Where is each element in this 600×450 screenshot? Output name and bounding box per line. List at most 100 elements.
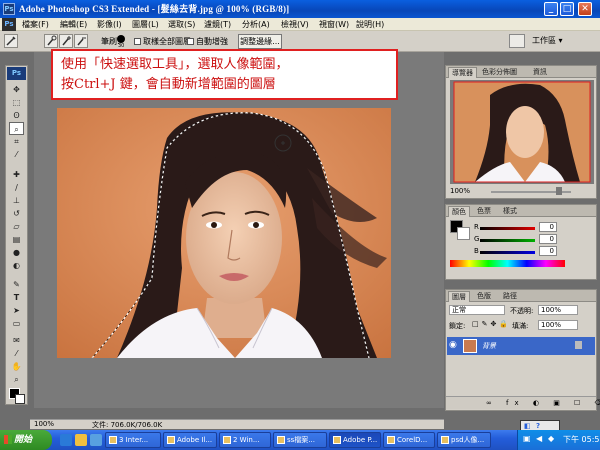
marquee-tool-icon[interactable]: ⬚ [9, 96, 24, 109]
task-windows[interactable]: 2 Win... [219, 432, 271, 448]
sample-all-layers-checkbox[interactable] [134, 38, 141, 45]
layer-row-background[interactable]: ◉ 背景 [447, 337, 595, 355]
lasso-tool-icon[interactable]: ʘ [9, 109, 24, 122]
visibility-eye-icon[interactable]: ◉ [449, 340, 457, 350]
task-illustrator[interactable]: Adobe Il... [163, 432, 217, 448]
brush-tool-icon[interactable]: ∕ [9, 181, 24, 194]
blue-slider[interactable] [480, 251, 535, 254]
new-selection-icon[interactable] [44, 34, 58, 48]
taskbar-clock[interactable]: 下午 05:52 [563, 434, 600, 445]
tab-color[interactable]: 顏色 [448, 206, 470, 217]
tab-paths[interactable]: 路徑 [500, 291, 520, 302]
tab-histogram[interactable]: 色彩分佈圖 [479, 67, 520, 78]
quicklaunch-folder-icon[interactable] [75, 434, 87, 446]
type-tool-icon[interactable]: T [9, 291, 24, 304]
workspace-menu[interactable]: 工作區 ▾ [532, 35, 563, 46]
tab-swatches[interactable]: 色票 [474, 206, 494, 217]
tab-channels[interactable]: 色版 [474, 291, 494, 302]
start-label: 開始 [14, 435, 33, 445]
add-to-selection-icon[interactable] [59, 34, 73, 48]
menu-view[interactable]: 檢視(V) [281, 19, 309, 30]
history-brush-tool-icon[interactable]: ↺ [9, 207, 24, 220]
subtract-from-selection-icon[interactable] [74, 34, 88, 48]
red-value-input[interactable]: 0 [539, 222, 557, 232]
menu-analysis[interactable]: 分析(A) [242, 19, 270, 30]
healing-brush-tool-icon[interactable]: ✚ [9, 168, 24, 181]
tray-volume-icon[interactable]: ◀ [536, 434, 542, 443]
tab-info[interactable]: 資訊 [530, 67, 550, 78]
blend-mode-select[interactable]: 正常 [449, 305, 505, 315]
menu-edit[interactable]: 編輯(E) [60, 19, 87, 30]
tab-styles[interactable]: 樣式 [500, 206, 520, 217]
eyedropper-3d-tool-icon[interactable]: ⁄ [9, 347, 24, 360]
menu-file[interactable]: 檔案(F) [22, 19, 49, 30]
layer-action-icons[interactable]: ∞ fx ◐ ▣ ☐ ⌫ [486, 399, 600, 407]
path-selection-tool-icon[interactable]: ➤ [9, 304, 24, 317]
notes-tool-icon[interactable]: ✉ [9, 334, 24, 347]
green-value-input[interactable]: 0 [539, 234, 557, 244]
dodge-tool-icon[interactable]: ◐ [9, 259, 24, 272]
quicklaunch-browser-icon[interactable] [60, 434, 72, 446]
zoom-tool-icon[interactable]: ⌕ [9, 373, 24, 386]
tab-layers[interactable]: 圖層 [448, 291, 470, 302]
menu-window[interactable]: 視窗(W) [319, 19, 349, 30]
color-background-swatch[interactable] [457, 227, 470, 240]
layer-lock-icon [575, 341, 582, 349]
background-color-swatch[interactable] [15, 394, 25, 404]
eyedropper-tool-icon[interactable]: ⁄ [9, 148, 24, 161]
gradient-tool-icon[interactable]: ▤ [9, 233, 24, 246]
hand-tool-icon[interactable]: ✋ [9, 360, 24, 373]
navigator-tabs: 導覽器 色彩分佈圖 資訊 [446, 66, 596, 78]
photoshop-app-icon[interactable]: Ps [3, 3, 15, 15]
document-size-info[interactable]: 文件: 706.0K/706.0K [92, 420, 162, 430]
navigator-slider-handle[interactable] [556, 187, 562, 195]
zoom-level[interactable]: 100% [34, 420, 54, 428]
brush-picker-icon[interactable] [117, 35, 125, 43]
task-files[interactable]: ss檔案... [273, 432, 327, 448]
refine-edge-button[interactable]: 調整邊緣... [238, 34, 282, 49]
crop-tool-icon[interactable]: ⌗ [9, 135, 24, 148]
start-button[interactable]: 開始 [0, 430, 52, 450]
tool-preset-picker[interactable] [4, 34, 18, 48]
menu-select[interactable]: 選取(S) [168, 19, 195, 30]
menu-layer[interactable]: 圖層(L) [132, 19, 159, 30]
menu-filter[interactable]: 濾鏡(T) [204, 19, 231, 30]
tray-network-icon[interactable]: ▣ [523, 434, 531, 443]
task-coreldraw[interactable]: CorelD... [383, 432, 435, 448]
pen-tool-icon[interactable]: ✎ [9, 278, 24, 291]
ps-menu-logo[interactable]: Ps [2, 18, 16, 31]
layer-name[interactable]: 背景 [482, 341, 496, 351]
navigator-zoom[interactable]: 100% [450, 187, 470, 195]
maximize-button[interactable]: □ [560, 2, 574, 16]
move-tool-icon[interactable]: ✥ [9, 83, 24, 96]
clone-stamp-tool-icon[interactable]: ⊥ [9, 194, 24, 207]
green-slider[interactable] [480, 239, 535, 242]
tray-security-icon[interactable]: ◆ [548, 434, 554, 443]
menu-image[interactable]: 影像(I) [97, 19, 122, 30]
auto-enhance-checkbox[interactable] [187, 38, 194, 45]
fill-input[interactable]: 100% [538, 320, 578, 330]
menu-help[interactable]: 說明(H) [356, 19, 384, 30]
blur-tool-icon[interactable]: ● [9, 246, 24, 259]
task-internet[interactable]: 3 Inter... [105, 432, 161, 448]
opacity-input[interactable]: 100% [538, 305, 578, 315]
task-label: CorelD... [397, 436, 428, 444]
navigator-thumbnail[interactable] [450, 80, 594, 184]
quicklaunch-desktop-icon[interactable] [90, 434, 102, 446]
eraser-tool-icon[interactable]: ▱ [9, 220, 24, 233]
brushes-panel-icon[interactable] [509, 34, 525, 48]
window-title: Adobe Photoshop CS3 Extended - [髮絲去背.jpg… [19, 4, 290, 14]
close-button[interactable]: ✕ [578, 2, 592, 16]
task-icon [333, 436, 341, 444]
color-spectrum-ramp[interactable] [450, 260, 565, 267]
blue-value-input[interactable]: 0 [539, 246, 557, 256]
document-canvas[interactable] [57, 108, 391, 359]
quick-selection-tool-icon[interactable]: ⌕ [9, 122, 24, 135]
task-psd-portrait[interactable]: psd人像... [437, 432, 491, 448]
task-photoshop[interactable]: Adobe P... [329, 432, 381, 448]
lock-icons[interactable]: □✎✥🔒 [472, 320, 511, 328]
tab-navigator[interactable]: 導覽器 [448, 67, 477, 78]
minimize-button[interactable]: _ [544, 2, 558, 16]
shape-tool-icon[interactable]: ▭ [9, 317, 24, 330]
red-slider[interactable] [480, 227, 535, 230]
